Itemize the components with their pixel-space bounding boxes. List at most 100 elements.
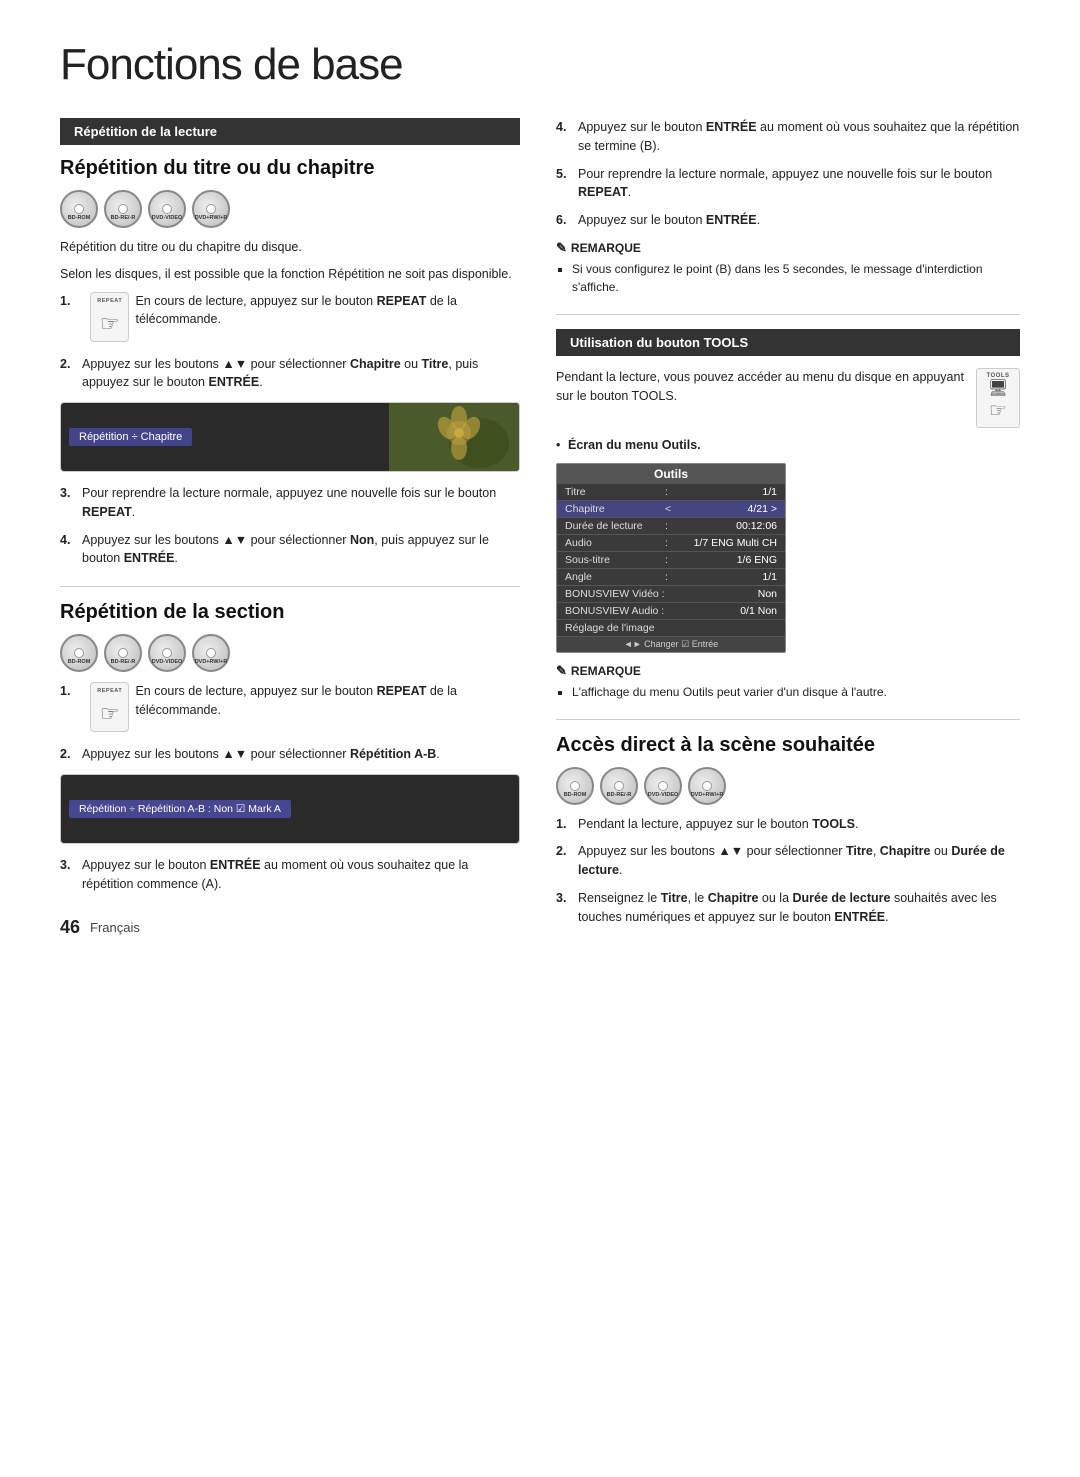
repeat-button-img-1: REPEAT ☞	[90, 292, 129, 342]
step-acces-2: Appuyez sur les boutons ▲▼ pour sélectio…	[556, 842, 1020, 880]
tools-row-angle: Angle : 1/1	[557, 568, 785, 585]
disc-icon-dvdplus-a: DVD+RW/+R	[688, 767, 726, 805]
note-list-tools: L'affichage du menu Outils peut varier d…	[556, 683, 1020, 701]
body-text-1: Répétition du titre ou du chapitre du di…	[60, 238, 520, 257]
screen-chapitre: Répétition ÷ Chapitre	[60, 402, 520, 472]
tools-row-val: 1/1	[680, 484, 785, 501]
disc-icon-bdre-2: BD-RE/-R	[104, 634, 142, 672]
note-block-section-b: REMARQUE Si vous configurez le point (B)…	[556, 240, 1020, 296]
steps-acces: Pendant la lecture, appuyez sur le bouto…	[556, 815, 1020, 927]
step-1-3: Pour reprendre la lecture normale, appuy…	[60, 484, 520, 522]
subsection-title-acces: Accès direct à la scène souhaitée	[556, 734, 1020, 757]
steps-list-1: REPEAT ☞ En cours de lecture, appuyez su…	[60, 292, 520, 393]
steps-list-1b: Pour reprendre la lecture normale, appuy…	[60, 484, 520, 568]
disc-icon-dvdplus: DVD+RW/+R	[192, 190, 230, 228]
tools-row-bonusvid: BONUSVIEW Vidéo : Non	[557, 585, 785, 602]
tools-row-label: Titre	[557, 484, 657, 501]
tools-menu-table: Titre : 1/1 Chapitre < 4/21 > Durée de l…	[557, 484, 785, 637]
left-column: Répétition de la lecture Répétition du t…	[60, 118, 520, 938]
tools-row-sep: :	[657, 551, 680, 568]
tools-row-duree: Durée de lecture : 00:12:06	[557, 517, 785, 534]
disc-icon-dvdvideo-a: DVD-VIDEO	[644, 767, 682, 805]
right-column: Appuyez sur le bouton ENTRÉE au moment o…	[556, 118, 1020, 938]
note-item-tools-1: L'affichage du menu Outils peut varier d…	[572, 683, 1020, 701]
tools-row-sep: :	[657, 534, 680, 551]
step-1-2: Appuyez sur les boutons ▲▼ pour sélectio…	[60, 355, 520, 393]
tools-row-val: 1/7 ENG Multi CH	[680, 534, 785, 551]
tools-bullet-item: Écran du menu Outils.	[556, 436, 1020, 455]
step-1-1: REPEAT ☞ En cours de lecture, appuyez su…	[60, 292, 520, 346]
tools-row-label: Durée de lecture	[557, 517, 657, 534]
tools-row-label: Angle	[557, 568, 657, 585]
disc-icon-bdre: BD-RE/-R	[104, 190, 142, 228]
tools-row-label: Audio	[557, 534, 657, 551]
flower-decoration	[389, 403, 519, 472]
tools-row-label: Sous-titre	[557, 551, 657, 568]
tools-row-bonusaud: BONUSVIEW Audio : 0/1 Non	[557, 602, 785, 619]
tools-row-val: 1/6 ENG	[680, 551, 785, 568]
section-header-repetition: Répétition de la lecture	[60, 118, 520, 145]
tools-row-val: Non	[680, 585, 785, 602]
divider-right-2	[556, 719, 1020, 720]
steps-right-1: Appuyez sur le bouton ENTRÉE au moment o…	[556, 118, 1020, 230]
step-1-4: Appuyez sur les boutons ▲▼ pour sélectio…	[60, 531, 520, 569]
tools-menu-footer: ◄► Changer ☑ Entrée	[557, 637, 785, 652]
divider-right-1	[556, 314, 1020, 315]
step-r-6: Appuyez sur le bouton ENTRÉE.	[556, 211, 1020, 230]
disc-icon-dvdvideo-2: DVD-VIDEO	[148, 634, 186, 672]
steps-list-2: REPEAT ☞ En cours de lecture, appuyez su…	[60, 682, 520, 764]
tools-body: Pendant la lecture, vous pouvez accéder …	[556, 368, 1020, 406]
tools-row-label: Réglage de l'image	[557, 619, 785, 636]
disc-icon-bdrom: BD-ROM	[60, 190, 98, 228]
note-block-tools: REMARQUE L'affichage du menu Outils peut…	[556, 663, 1020, 701]
screen-ab: Répétition ÷ Répétition A-B : Non ☑ Mark…	[60, 774, 520, 844]
tools-row-titre: Titre : 1/1	[557, 484, 785, 501]
tools-row-sep: <	[657, 500, 680, 517]
tools-row-label: BONUSVIEW Vidéo :	[557, 585, 680, 602]
repeat-button-img-2: REPEAT ☞	[90, 682, 129, 732]
divider-1	[60, 586, 520, 587]
disc-icon-bdrom-2: BD-ROM	[60, 634, 98, 672]
steps-list-2b: Appuyez sur le bouton ENTRÉE au moment o…	[60, 856, 520, 894]
tools-bullet-list: Écran du menu Outils.	[556, 436, 1020, 455]
tools-menu-screen: Outils Titre : 1/1 Chapitre < 4/21 > Dur…	[556, 463, 786, 653]
note-title-b: REMARQUE	[556, 240, 1020, 256]
disc-icon-dvdplus-2: DVD+RW/+R	[192, 634, 230, 672]
tools-row-val: 1/1	[680, 568, 785, 585]
step-2-1: REPEAT ☞ En cours de lecture, appuyez su…	[60, 682, 520, 736]
section-header-tools: Utilisation du bouton TOOLS	[556, 329, 1020, 356]
disc-icons-2: BD-ROM BD-RE/-R DVD-VIDEO DVD+RW/+R	[60, 634, 520, 672]
tools-row-reglage: Réglage de l'image	[557, 619, 785, 636]
page-title: Fonctions de base	[60, 40, 1020, 90]
step-acces-3: Renseignez le Titre, le Chapitre ou la D…	[556, 889, 1020, 927]
subsection-title-1: Répétition du titre ou du chapitre	[60, 157, 520, 180]
step-2-2: Appuyez sur les boutons ▲▼ pour sélectio…	[60, 745, 520, 764]
screen-bar-chapitre: Répétition ÷ Chapitre	[69, 428, 192, 446]
note-item-b-1: Si vous configurez le point (B) dans les…	[572, 260, 1020, 296]
tools-row-soustitre: Sous-titre : 1/6 ENG	[557, 551, 785, 568]
step-2-3: Appuyez sur le bouton ENTRÉE au moment o…	[60, 856, 520, 894]
body-text-2: Selon les disques, il est possible que l…	[60, 265, 520, 284]
tools-button-img: TOOLS 🖥 ☞	[976, 368, 1020, 428]
tools-row-sep: :	[657, 517, 680, 534]
tools-row-val: 0/1 Non	[680, 602, 785, 619]
tools-row-audio: Audio : 1/7 ENG Multi CH	[557, 534, 785, 551]
disc-icon-dvdvideo: DVD-VIDEO	[148, 190, 186, 228]
tools-row-label: Chapitre	[557, 500, 657, 517]
tools-row-chapitre: Chapitre < 4/21 >	[557, 500, 785, 517]
page-number: 46 Français	[60, 917, 520, 938]
subsection-title-2: Répétition de la section	[60, 601, 520, 624]
tools-row-val: 4/21 >	[680, 500, 785, 517]
disc-icons-1: BD-ROM BD-RE/-R DVD-VIDEO DVD+RW/+R	[60, 190, 520, 228]
disc-icon-bdre-a: BD-RE/-R	[600, 767, 638, 805]
tools-menu-title: Outils	[557, 464, 785, 484]
disc-icon-bdrom-a: BD-ROM	[556, 767, 594, 805]
tools-row-sep: :	[657, 484, 680, 501]
disc-icons-acces: BD-ROM BD-RE/-R DVD-VIDEO DVD+RW/+R	[556, 767, 1020, 805]
tools-row-val: 00:12:06	[680, 517, 785, 534]
note-title-tools: REMARQUE	[556, 663, 1020, 679]
tools-row-sep: :	[657, 568, 680, 585]
step-r-5: Pour reprendre la lecture normale, appuy…	[556, 165, 1020, 203]
screen-ab-bar: Répétition ÷ Répétition A-B : Non ☑ Mark…	[69, 800, 291, 818]
tools-row-label: BONUSVIEW Audio :	[557, 602, 680, 619]
